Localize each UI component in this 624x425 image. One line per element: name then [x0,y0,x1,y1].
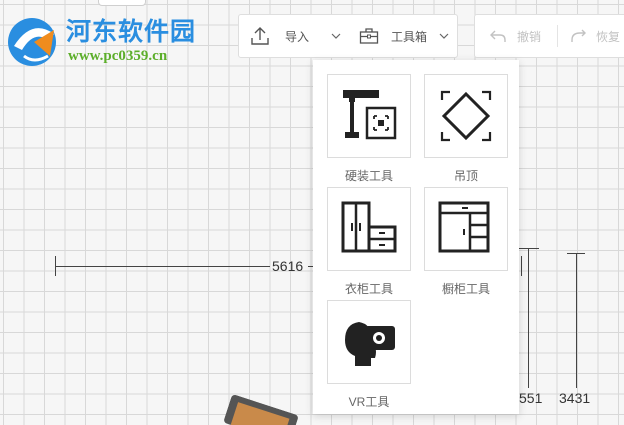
toolbox-label: 工具箱 [391,29,428,44]
dimension-label-horizontal: 5616 [272,258,304,274]
toolbox-dropdown: 硬装工具 吊顶 衣柜工具 橱柜工具 VR工具 [313,60,519,414]
watermark-logo-icon [8,18,56,66]
undo-label: 撤销 [517,29,542,44]
canvas-device-object[interactable] [223,394,299,425]
tool-wardrobe-label: 衣柜工具 [344,282,393,296]
main-toolbar: 导入 工具箱 [238,14,458,58]
watermark-title: 河东软件园 [66,17,197,46]
toolbox-icon [359,28,379,44]
tool-wardrobe-tile[interactable] [327,187,411,271]
tool-ceiling[interactable]: 吊顶 [424,74,508,184]
redo-label: 恢复 [596,29,621,44]
wardrobe-icon [341,201,397,253]
toolbox-button[interactable]: 工具箱 [359,15,449,57]
tool-hardware[interactable]: 硬装工具 [327,74,411,184]
redo-button[interactable]: 恢复 [558,15,620,57]
chevron-down-icon [331,33,341,39]
dimension-tick-right [521,256,522,276]
import-label: 导入 [285,29,310,44]
watermark-url: www.pc0359.cn [68,48,168,64]
tool-vr-tile[interactable] [327,300,411,384]
tool-vr-label: VR工具 [348,395,390,409]
import-button[interactable]: 导入 [239,15,341,57]
tool-hardware-label: 硬装工具 [344,169,393,183]
ceiling-icon [440,90,492,142]
tool-hardware-tile[interactable] [327,74,411,158]
vr-headset-icon [345,322,395,366]
top-panel-stub [98,0,146,6]
redo-icon [571,29,587,42]
tool-ceiling-label: 吊顶 [453,169,478,183]
tool-cabinet-tile[interactable] [424,187,508,271]
tool-cabinet[interactable]: 橱柜工具 [424,187,508,297]
dimension-line-horizontal [55,266,270,267]
dimension-line-vertical-1 [528,248,529,388]
hardware-tool-icon [343,90,397,140]
undo-button[interactable]: 撤销 [475,15,541,57]
undo-icon [490,30,506,42]
tool-vr[interactable]: VR工具 [327,300,411,410]
dimension-label-vertical-2: 3431 [559,390,591,406]
chevron-down-icon [439,33,449,39]
dimension-line-vertical-2 [576,253,577,388]
history-toolbar: 撤销 恢复 [474,14,624,58]
tool-wardrobe[interactable]: 衣柜工具 [327,187,411,297]
cabinet-icon [438,201,490,253]
dimension-label-vertical-1: 551 [519,390,543,406]
watermark: 河东软件园 www.pc0359.cn [4,8,214,68]
tool-cabinet-label: 橱柜工具 [441,282,490,296]
upload-icon [251,27,269,45]
tool-ceiling-tile[interactable] [424,74,508,158]
